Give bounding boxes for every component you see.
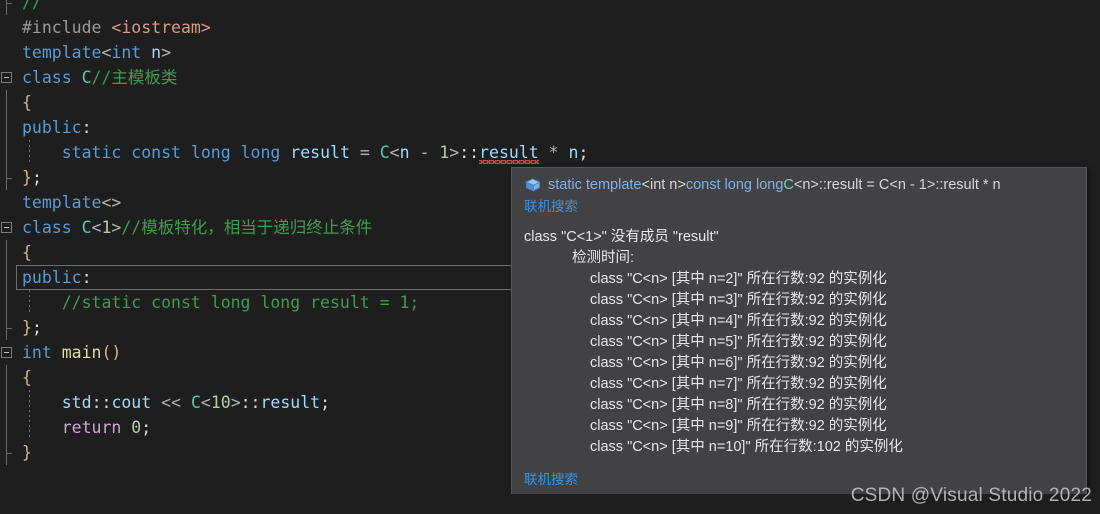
constant-field-box-icon — [524, 177, 542, 193]
outline-region-bar — [6, 165, 12, 190]
error-squiggle: result — [479, 140, 539, 165]
outline-region-bar — [6, 315, 12, 340]
code-text: public: — [22, 268, 92, 287]
code-text: class C//主模板类 — [22, 68, 178, 87]
list-item: class "C<n> [其中 n=6]" 所在行数:92 的实例化 — [590, 355, 887, 371]
code-text: } — [22, 443, 32, 462]
collapse-toggle-icon[interactable] — [1, 222, 12, 233]
outline-gutter — [0, 315, 22, 340]
signature-classname: C — [783, 177, 794, 193]
outline-gutter — [0, 440, 22, 465]
signature-qualifiers: const long long — [685, 177, 784, 193]
quick-info-tooltip: static template <int n> const long long … — [511, 167, 1087, 501]
screenshot-root: // #include <iostream> template<int n> c… — [0, 0, 1100, 514]
list-item: class "C<n> [其中 n=3]" 所在行数:92 的实例化 — [590, 292, 887, 308]
code-line[interactable]: class C//主模板类 — [0, 65, 1100, 90]
code-text: // — [22, 0, 42, 12]
code-text: std::cout << C<10>::result; — [61, 393, 331, 412]
outline-region-bar — [6, 415, 7, 440]
outline-region-bar — [6, 0, 12, 15]
list-item: class "C<n> [其中 n=7]" 所在行数:92 的实例化 — [590, 376, 887, 392]
code-text: public: — [22, 118, 92, 137]
outline-region-bar — [6, 240, 7, 265]
outline-region-bar — [6, 115, 7, 140]
code-text: template<> — [22, 193, 122, 212]
code-text: { — [22, 368, 32, 387]
code-line[interactable]: static const long long result = C<n - 1>… — [0, 140, 1100, 165]
code-text: }; — [22, 318, 42, 337]
outline-region-bar — [6, 290, 7, 315]
code-text: return 0; — [61, 418, 152, 437]
outline-gutter — [0, 265, 22, 290]
outline-gutter — [0, 290, 22, 315]
list-item: class "C<n> [其中 n=4]" 所在行数:92 的实例化 — [590, 313, 887, 329]
code-text: int main() — [22, 343, 122, 362]
outline-region-bar — [6, 365, 7, 390]
outline-gutter[interactable] — [0, 340, 22, 365]
outline-region-bar — [6, 265, 7, 290]
list-item: class "C<n> [其中 n=8]" 所在行数:92 的实例化 — [590, 397, 887, 413]
outline-region-bar — [6, 90, 7, 115]
code-text: #include <iostream> — [22, 18, 211, 37]
collapse-toggle-icon[interactable] — [1, 72, 12, 83]
outline-region-bar — [6, 140, 7, 165]
code-text: { — [22, 243, 32, 262]
signature-prefix: static template — [548, 177, 642, 193]
outline-gutter — [0, 40, 22, 65]
outline-gutter — [0, 165, 22, 190]
outline-gutter — [0, 190, 22, 215]
outline-gutter — [0, 365, 22, 390]
tooltip-signature: static template <int n> const long long … — [524, 176, 1074, 194]
code-line[interactable]: { — [0, 90, 1100, 115]
instantiation-list: class "C<n> [其中 n=2]" 所在行数:92 的实例化 class… — [524, 269, 1074, 458]
collapse-toggle-icon[interactable] — [1, 347, 12, 358]
code-text: { — [22, 93, 32, 112]
code-line[interactable]: #include <iostream> — [0, 15, 1100, 40]
outline-gutter — [0, 390, 22, 415]
signature-tparams: <int n> — [641, 177, 686, 193]
outline-gutter[interactable] — [0, 0, 22, 15]
code-line[interactable]: public: — [0, 115, 1100, 140]
code-line[interactable]: template<int n> — [0, 40, 1100, 65]
outline-gutter[interactable] — [0, 215, 22, 240]
outline-gutter — [0, 15, 22, 40]
list-item: class "C<n> [其中 n=10]" 所在行数:102 的实例化 — [590, 439, 903, 455]
outline-gutter[interactable] — [0, 65, 22, 90]
outline-region-bar — [6, 440, 12, 465]
outline-gutter — [0, 90, 22, 115]
code-text: template<int n> — [22, 43, 172, 62]
tooltip-error-message: class "C<1>" 没有成员 "result" — [524, 229, 719, 245]
outline-region-bar — [6, 390, 7, 415]
code-text: class C<1>//模板特化，相当于递归终止条件 — [22, 218, 373, 237]
code-text: }; — [22, 168, 42, 187]
outline-gutter — [0, 240, 22, 265]
online-search-link-bottom[interactable]: 联机搜索 — [524, 470, 578, 490]
list-item: class "C<n> [其中 n=2]" 所在行数:92 的实例化 — [590, 271, 887, 287]
outline-gutter — [0, 140, 22, 165]
outline-gutter — [0, 115, 22, 140]
code-text: static const long long result = C<n - 1>… — [22, 140, 588, 165]
signature-rest: <n>::result = C<n - 1>::result * n — [793, 177, 1001, 193]
tooltip-subheading: 检测时间: — [572, 250, 635, 266]
code-line[interactable]: // — [0, 0, 1100, 15]
outline-gutter — [0, 415, 22, 440]
list-item: class "C<n> [其中 n=5]" 所在行数:92 的实例化 — [590, 334, 887, 350]
list-item: class "C<n> [其中 n=9]" 所在行数:92 的实例化 — [590, 418, 887, 434]
code-text: //static const long long result = 1; — [61, 293, 420, 312]
online-search-link-top[interactable]: 联机搜索 — [524, 197, 578, 217]
csdn-watermark: CSDN @Visual Studio 2022 — [850, 485, 1092, 506]
